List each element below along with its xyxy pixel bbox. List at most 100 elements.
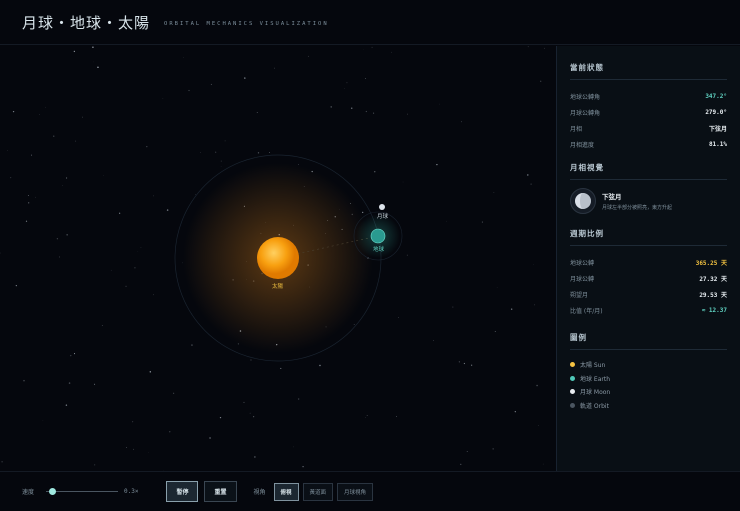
star bbox=[353, 324, 355, 325]
star bbox=[371, 46, 373, 48]
star bbox=[101, 325, 103, 326]
star bbox=[15, 284, 17, 287]
star bbox=[436, 163, 438, 166]
star bbox=[463, 362, 466, 365]
star bbox=[365, 78, 367, 80]
star bbox=[243, 401, 245, 403]
star bbox=[1, 461, 3, 463]
legend-dot-icon bbox=[570, 375, 575, 381]
legend-item: 地球 Earth bbox=[570, 372, 727, 386]
star bbox=[250, 359, 252, 361]
sun[interactable] bbox=[257, 237, 299, 279]
star bbox=[446, 220, 447, 222]
row-value: 27.32 天 bbox=[699, 275, 727, 283]
star bbox=[406, 254, 408, 256]
star bbox=[253, 416, 255, 418]
star bbox=[119, 212, 121, 214]
reset-button[interactable]: 重置 bbox=[204, 481, 237, 502]
star bbox=[439, 103, 440, 105]
star bbox=[35, 196, 36, 198]
star bbox=[249, 412, 251, 414]
speed-value: 0.3× bbox=[124, 488, 139, 495]
moon[interactable] bbox=[379, 204, 385, 210]
star bbox=[344, 88, 345, 89]
star bbox=[365, 110, 367, 113]
star bbox=[496, 287, 498, 288]
status-row: 月相進度 81.1% bbox=[570, 136, 727, 152]
star bbox=[94, 464, 96, 466]
star bbox=[149, 371, 152, 373]
periods-row: 月球公轉 27.32 天 bbox=[570, 270, 727, 286]
star bbox=[210, 83, 212, 85]
star bbox=[45, 106, 46, 108]
status-row: 地球公轉角 347.2° bbox=[570, 88, 727, 104]
phase-desc: 月球左半部分被照亮，東方升起 bbox=[602, 205, 673, 211]
star bbox=[492, 448, 494, 450]
star bbox=[510, 308, 513, 310]
legend-title: 圖例 bbox=[570, 332, 727, 350]
star bbox=[297, 398, 300, 400]
star bbox=[59, 256, 61, 258]
row-value: 365.25 天 bbox=[695, 259, 727, 267]
star bbox=[219, 416, 222, 419]
star bbox=[373, 112, 375, 114]
legend-item: 太陽 Sun bbox=[570, 358, 727, 372]
star bbox=[224, 140, 226, 142]
star bbox=[94, 383, 96, 385]
view-button[interactable]: 俯視 bbox=[273, 482, 299, 501]
pause-button[interactable]: 暫停 bbox=[166, 481, 199, 502]
star bbox=[534, 304, 536, 306]
star bbox=[452, 306, 454, 308]
star bbox=[75, 140, 77, 142]
star bbox=[68, 382, 71, 384]
star bbox=[134, 267, 136, 269]
legend-dot-icon bbox=[570, 362, 575, 368]
row-value: 下弦月 bbox=[708, 125, 727, 133]
periods-title: 週期比例 bbox=[570, 228, 727, 246]
periods-row: 比值 (年/月) ≈ 12.37 bbox=[570, 302, 727, 318]
phase-card: 下弦月 月球左半部分被照亮，東方升起 bbox=[570, 188, 727, 214]
star bbox=[481, 221, 483, 223]
star bbox=[162, 98, 164, 99]
earth[interactable] bbox=[370, 228, 386, 244]
star bbox=[140, 247, 142, 248]
star bbox=[0, 252, 1, 254]
legend-item: 月球 Moon bbox=[570, 385, 727, 399]
star bbox=[542, 463, 544, 465]
view-button[interactable]: 月球視角 bbox=[337, 482, 374, 501]
star bbox=[366, 415, 368, 416]
view-label: 視角 bbox=[253, 489, 266, 496]
row-label: 月相進度 bbox=[570, 141, 595, 149]
row-value: ≈ 12.37 bbox=[701, 306, 727, 314]
star bbox=[166, 209, 169, 211]
row-value: 347.2° bbox=[705, 92, 727, 100]
star bbox=[536, 384, 538, 387]
moon-phase-icon bbox=[570, 188, 596, 214]
controls-bar: 速度 0.3× 暫停 重置 視角 俯視 黃道面 月球視角 bbox=[0, 471, 740, 511]
star bbox=[539, 80, 542, 82]
star bbox=[132, 421, 134, 423]
row-label: 月球公轉 bbox=[570, 275, 595, 283]
star bbox=[298, 164, 299, 165]
moon-label: 月球 bbox=[377, 214, 389, 220]
star bbox=[38, 114, 40, 115]
page-subtitle: ORBITAL MECHANICS VISUALIZATION bbox=[164, 21, 329, 27]
speed-slider[interactable] bbox=[46, 487, 119, 496]
legend-label: 地球 Earth bbox=[580, 375, 610, 383]
star bbox=[10, 177, 12, 179]
star bbox=[53, 135, 55, 137]
legend-dot-icon bbox=[570, 389, 575, 395]
star bbox=[269, 152, 270, 153]
legend-dot-icon bbox=[570, 402, 575, 408]
header: 月球・地球・太陽 ORBITAL MECHANICS VISUALIZATION bbox=[0, 0, 740, 45]
speed-slider-thumb[interactable] bbox=[49, 487, 57, 495]
star bbox=[460, 463, 462, 466]
star bbox=[257, 152, 260, 154]
view-button[interactable]: 黃道面 bbox=[302, 482, 334, 501]
orbit-stage[interactable]: 太陽 地球 月球 bbox=[0, 46, 556, 471]
row-value: 81.1% bbox=[708, 140, 727, 148]
star bbox=[471, 364, 473, 366]
star bbox=[374, 171, 376, 173]
star bbox=[70, 354, 72, 357]
star bbox=[544, 47, 545, 49]
